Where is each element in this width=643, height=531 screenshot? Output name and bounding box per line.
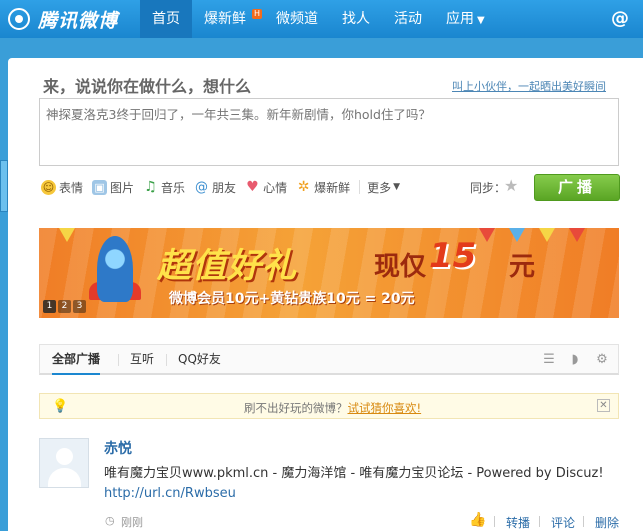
emoji-tool[interactable]: ☺ 表情 <box>41 179 83 196</box>
tab-mutual-follow[interactable]: 互听 <box>130 345 154 374</box>
nav-item-find-people[interactable]: 找人 <box>330 0 382 38</box>
banner-subtitle: 微博会员10元+黄钻贵族10元 = 20元 <box>169 291 415 307</box>
banner-now-only: 现仅 <box>374 252 427 282</box>
tab-qq-friends[interactable]: QQ好友 <box>178 345 221 374</box>
action-divider <box>494 516 495 527</box>
banner-page-dot[interactable]: 2 <box>58 300 71 313</box>
list-view-icon[interactable]: ☰ <box>542 353 556 367</box>
feed-tabs: 全部广播 互听 QQ好友 ☰ ◗ ⚙ <box>39 344 619 375</box>
logo-icon <box>8 8 30 30</box>
avatar[interactable] <box>39 438 89 488</box>
image-icon: ▣ <box>92 179 108 195</box>
top-navigation-bar: 腾讯微博 首页 爆新鲜 H 微频道 找人 活动 应用 ▼ @ <box>0 0 643 38</box>
tool-label: 爆新鲜 <box>314 180 351 195</box>
shield-icon[interactable]: ◗ <box>568 353 582 367</box>
banner-page-dot[interactable]: 3 <box>73 300 86 313</box>
bunting-flag <box>59 228 75 242</box>
side-thumbnail[interactable] <box>0 160 8 212</box>
nav-item-home[interactable]: 首页 <box>140 0 192 38</box>
nav-item-hot[interactable]: 爆新鲜 H <box>192 0 264 38</box>
banner-pagination: 1 2 3 <box>43 300 88 313</box>
nav-item-events[interactable]: 活动 <box>382 0 434 38</box>
post-link[interactable]: http://url.cn/Rwbseu <box>104 486 236 501</box>
hot-icon: ✲ <box>297 178 310 195</box>
clock-icon: ◷ <box>105 514 115 527</box>
gear-icon[interactable]: ⚙ <box>595 353 609 367</box>
action-divider <box>539 516 540 527</box>
logo-text: 腾讯微博 <box>38 9 119 32</box>
nav-label: 微频道 <box>276 11 318 27</box>
guess-you-like-link[interactable]: 试试猜你喜欢! <box>348 401 422 415</box>
at-icon: @ <box>195 179 209 195</box>
tab-all-broadcasts[interactable]: 全部广播 <box>52 345 101 375</box>
avatar-head <box>56 448 73 465</box>
tab-divider <box>118 354 119 366</box>
nav-label: 首页 <box>152 11 180 27</box>
nav-label: 应用 <box>446 11 474 27</box>
delete-button[interactable]: 删除 <box>595 514 619 531</box>
tip-message: 刷不出好玩的微博？ <box>244 401 348 415</box>
bunting-flag <box>569 228 585 242</box>
bunting-flag <box>539 228 555 242</box>
mood-tool[interactable]: ♥ 心情 <box>245 179 287 196</box>
nav-label: 找人 <box>342 11 370 27</box>
action-divider <box>583 516 584 527</box>
composer-toolbar: ☺ 表情 ▣ 图片 ♫ 音乐 @ 朋友 ♥ 心情 ✲ 爆新鲜 更多 ▼ <box>41 178 409 196</box>
tool-label: 图片 <box>110 180 135 195</box>
main-nav: 首页 爆新鲜 H 微频道 找人 活动 应用 ▼ <box>140 0 497 38</box>
hot-tool[interactable]: ✲ 爆新鲜 <box>296 179 350 196</box>
lightbulb-icon: 💡 <box>52 399 69 414</box>
emoji-icon: ☺ <box>41 179 56 195</box>
more-label: 更多 <box>367 180 392 195</box>
tool-label: 心情 <box>263 180 288 195</box>
more-tools-dropdown[interactable]: 更多 ▼ <box>367 179 400 196</box>
at-mentions-icon[interactable]: @ <box>611 8 629 29</box>
nav-item-channels[interactable]: 微频道 <box>264 0 330 38</box>
tencent-weibo-logo[interactable]: 腾讯微博 <box>8 7 119 32</box>
image-tool[interactable]: ▣ 图片 <box>92 179 134 196</box>
banner-unit: 元 <box>509 252 536 282</box>
banner-title: 超值好礼 <box>157 246 297 286</box>
tool-label: 朋友 <box>212 180 237 195</box>
repost-button[interactable]: 转播 <box>506 514 530 531</box>
bunting-flag <box>479 228 495 242</box>
post-input[interactable] <box>39 98 619 166</box>
nav-label: 爆新鲜 <box>204 11 246 27</box>
post-author[interactable]: 赤悦 <box>104 438 132 458</box>
comment-button[interactable]: 评论 <box>551 514 575 531</box>
hot-badge: H <box>251 9 262 19</box>
composer-prompt: 来，说说你在做什么，想什么 <box>43 77 252 96</box>
tip-text: 刷不出好玩的微博？试试猜你喜欢! <box>244 400 421 416</box>
invite-friends-link[interactable]: 叫上小伙伴，一起晒出美好瞬间 <box>452 78 606 94</box>
recommendation-tip-bar: 💡 刷不出好玩的微博？试试猜你喜欢! ✕ <box>39 393 619 419</box>
broadcast-button[interactable]: 广播 <box>534 174 620 201</box>
promo-banner[interactable]: 超值好礼 现仅 15 元 微博会员10元+黄钻贵族10元 = 20元 1 2 3 <box>39 228 619 318</box>
mention-friend-tool[interactable]: @ 朋友 <box>194 179 236 196</box>
tab-divider <box>166 354 167 366</box>
thumbs-up-icon[interactable]: 👍 <box>469 512 486 528</box>
banner-price: 15 <box>429 236 477 276</box>
toolbar-divider <box>359 180 361 194</box>
banner-page-dot[interactable]: 1 <box>43 300 56 313</box>
sync-label: 同步： <box>470 181 507 195</box>
close-icon[interactable]: ✕ <box>597 399 610 412</box>
tool-label: 表情 <box>59 180 84 195</box>
rocket-icon <box>97 236 133 302</box>
post-time[interactable]: 刚刚 <box>121 514 143 530</box>
nav-label: 活动 <box>394 11 422 27</box>
music-icon: ♫ <box>144 178 157 195</box>
chevron-down-icon: ▼ <box>393 182 401 192</box>
music-tool[interactable]: ♫ 音乐 <box>143 179 185 196</box>
heart-icon: ♥ <box>246 178 259 195</box>
bunting-flag <box>509 228 525 242</box>
nav-item-apps[interactable]: 应用 ▼ <box>434 0 497 38</box>
tool-label: 音乐 <box>161 180 186 195</box>
post-content: 唯有魔力宝贝www.pkml.cn - 魔力海洋馆 - 唯有魔力宝贝论坛 - P… <box>104 466 604 481</box>
chevron-down-icon: ▼ <box>477 15 485 26</box>
star-icon[interactable]: ★ <box>504 176 518 195</box>
avatar-body <box>48 468 81 487</box>
